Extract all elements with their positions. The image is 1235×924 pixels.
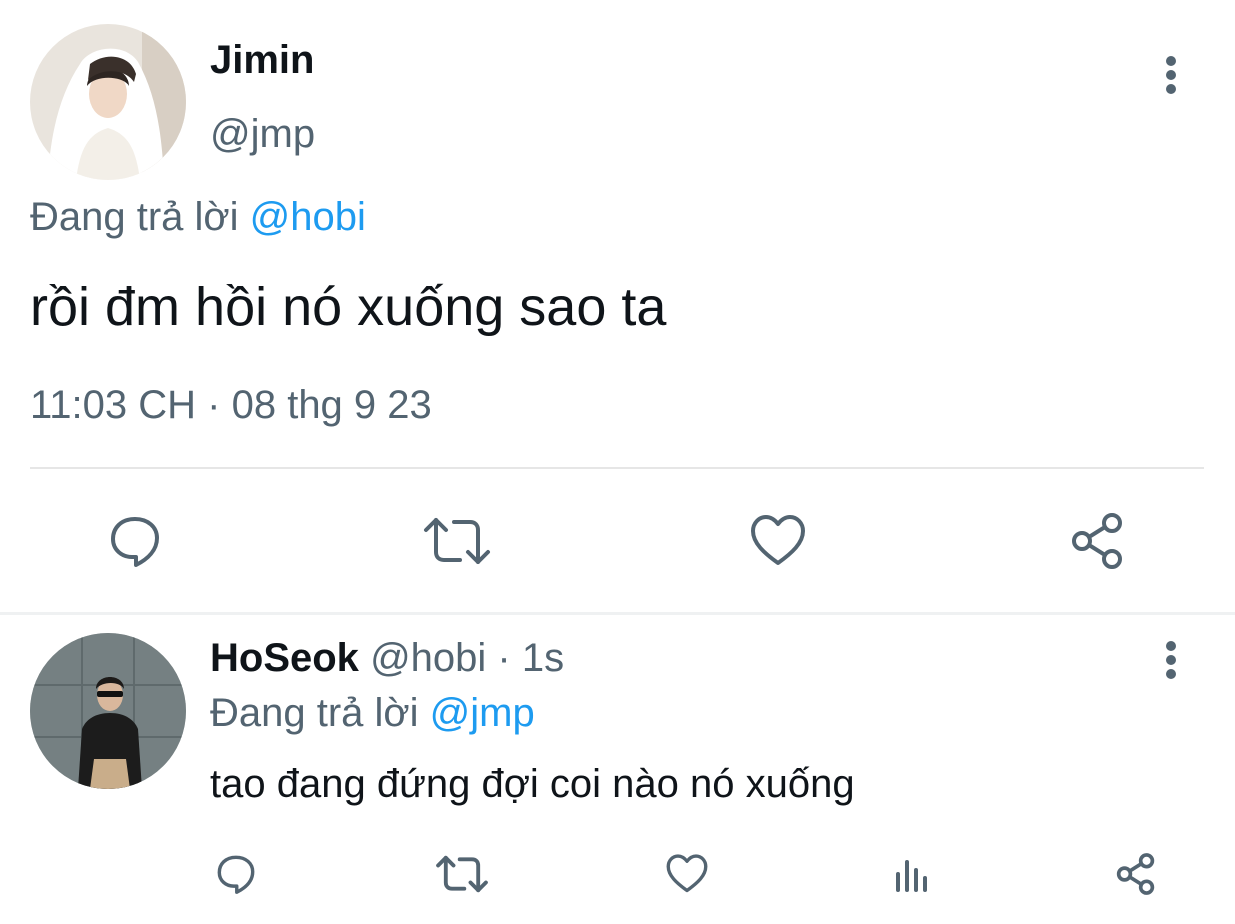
retweet-icon — [424, 518, 490, 564]
author-handle[interactable]: @hobi — [370, 636, 486, 680]
reply-to-mention[interactable]: @jmp — [430, 691, 535, 735]
reply-context: Đang trả lời @hobi — [30, 195, 366, 240]
tweet-age[interactable]: · 1s — [497, 636, 564, 680]
like-icon — [751, 515, 805, 565]
like-button[interactable] — [661, 848, 713, 900]
avatar-photo-jimin — [30, 24, 186, 180]
tweet-time: 11:03 CH — [30, 383, 197, 427]
reply-prefix: Đang trả lời — [30, 195, 239, 239]
reply-to-mention[interactable]: @hobi — [250, 195, 366, 239]
more-options-icon[interactable] — [1156, 52, 1186, 98]
reply-button[interactable] — [100, 510, 170, 572]
retweet-button[interactable] — [434, 848, 490, 900]
share-icon — [1072, 513, 1122, 569]
like-button[interactable] — [746, 510, 810, 572]
like-icon — [666, 854, 708, 893]
reply-prefix: Đang trả lời — [210, 691, 419, 735]
avatar-hoseok[interactable] — [30, 633, 186, 789]
share-button[interactable] — [1066, 510, 1132, 572]
share-button[interactable] — [1110, 848, 1164, 900]
tweet-timestamp[interactable]: 11:03 CH · 08 thg 9 23 — [30, 383, 432, 428]
retweet-button[interactable] — [420, 510, 494, 572]
reply-context: Đang trả lời @jmp — [210, 691, 535, 736]
views-icon — [896, 860, 927, 892]
views-button[interactable] — [886, 848, 938, 900]
author-name[interactable]: Jimin — [210, 38, 314, 83]
more-options-icon[interactable] — [1156, 637, 1186, 683]
avatar-jimin[interactable] — [30, 24, 186, 180]
avatar-photo-hoseok — [30, 633, 186, 789]
author-handle[interactable]: @jmp — [210, 112, 315, 157]
tweet-separator — [0, 612, 1235, 615]
tweet-text: rồi đm hồi nó xuống sao ta — [30, 277, 667, 337]
timestamp-separator: · — [207, 383, 221, 427]
reply-header: HoSeok @hobi · 1s — [210, 636, 564, 681]
divider — [30, 467, 1204, 469]
tweet-date: 08 thg 9 23 — [231, 383, 432, 427]
retweet-icon — [436, 855, 488, 893]
share-icon — [1116, 853, 1155, 895]
reply-icon — [217, 855, 255, 894]
author-name[interactable]: HoSeok — [210, 636, 359, 680]
tweet-text: tao đang đứng đợi coi nào nó xuống — [210, 762, 855, 806]
reply-button[interactable] — [210, 848, 262, 900]
reply-icon — [111, 517, 159, 567]
